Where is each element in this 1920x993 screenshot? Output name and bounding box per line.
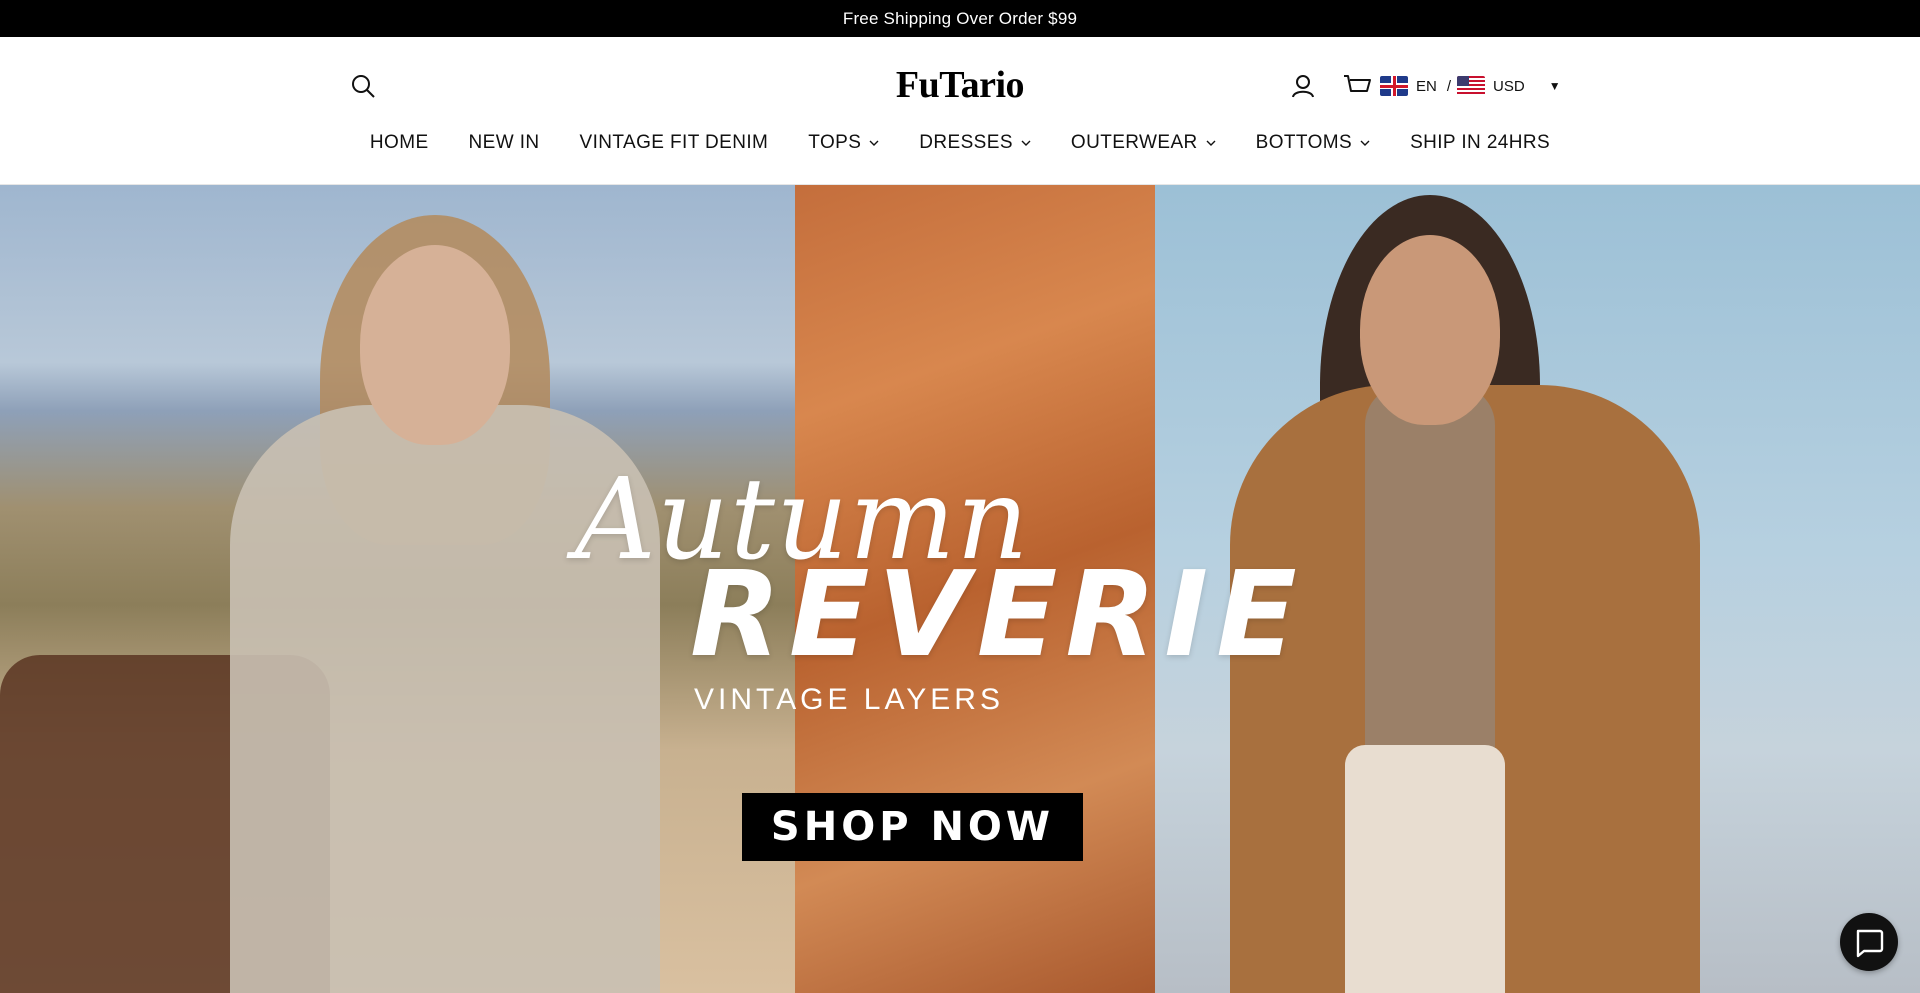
model-right-sweater xyxy=(1365,385,1495,765)
chat-icon xyxy=(1856,929,1884,958)
nav-item-tops[interactable]: TOPS xyxy=(788,127,899,159)
chat-button[interactable] xyxy=(1840,913,1898,971)
nav-item-label: TOPS xyxy=(808,132,862,153)
nav-item-label: HOME xyxy=(369,132,429,153)
nav-item-bottoms[interactable]: BOTTOMS xyxy=(1236,127,1390,159)
nav-item-label: OUTERWEAR xyxy=(1070,132,1198,153)
currency-label: USD xyxy=(1493,77,1525,95)
nav-item-outerwear[interactable]: OUTERWEAR xyxy=(1051,127,1236,159)
logo-text: FuTario xyxy=(895,64,1025,106)
nav-item-label: NEW IN xyxy=(468,132,540,153)
chevron-down-icon xyxy=(1021,140,1031,146)
nav-item-vintage-fit-denim[interactable]: VINTAGE FIT DENIM xyxy=(560,127,789,159)
account-button[interactable] xyxy=(1290,73,1318,101)
account-icon xyxy=(1292,75,1314,98)
uk-flag-icon xyxy=(1380,76,1408,96)
model-right-face xyxy=(1360,235,1500,425)
locale-selector[interactable]: EN / USD ▼ xyxy=(1380,74,1561,98)
language-label: EN xyxy=(1416,77,1437,95)
hero-banner[interactable]: Autumn REVERIE VINTAGE LAYERS SHOP NOW xyxy=(0,185,1920,993)
nav-item-label: BOTTOMS xyxy=(1255,132,1353,153)
nav-item-dresses[interactable]: DRESSES xyxy=(899,127,1051,159)
cart-button[interactable] xyxy=(1342,71,1372,101)
chevron-down-icon xyxy=(1206,140,1216,146)
shop-now-label: SHOP NOW xyxy=(770,804,1055,850)
nav-item-home[interactable]: HOME xyxy=(350,127,449,159)
cart-icon xyxy=(1344,75,1371,92)
nav-item-label: DRESSES xyxy=(919,132,1013,153)
hero-subtitle: VINTAGE LAYERS xyxy=(694,683,1004,716)
locale-separator: / xyxy=(1446,77,1452,95)
announcement-text: Free Shipping Over Order $99 xyxy=(842,8,1078,28)
model-left-face xyxy=(360,245,510,445)
chevron-down-icon xyxy=(1360,140,1370,146)
site-logo[interactable]: FuTario xyxy=(0,63,1920,107)
nav-item-ship-in-24hrs[interactable]: SHIP IN 24HRS xyxy=(1390,127,1570,159)
chevron-down-icon xyxy=(869,140,879,146)
nav-item-new-in[interactable]: NEW IN xyxy=(449,127,560,159)
hero-title-bold: REVERIE xyxy=(690,545,1305,683)
main-nav: HOME NEW IN VINTAGE FIT DENIM TOPS DRESS… xyxy=(0,127,1920,159)
model-right-skirt xyxy=(1345,745,1505,993)
site-header: FuTario EN / USD ▼ HOME NEW IN VINTAGE F… xyxy=(0,37,1920,185)
caret-down-icon: ▼ xyxy=(1548,79,1561,93)
nav-item-label: VINTAGE FIT DENIM xyxy=(579,132,769,153)
us-flag-icon xyxy=(1457,76,1486,96)
nav-item-label: SHIP IN 24HRS xyxy=(1410,132,1551,153)
announcement-bar: Free Shipping Over Order $99 xyxy=(0,0,1920,37)
shop-now-button[interactable]: SHOP NOW xyxy=(742,793,1083,861)
